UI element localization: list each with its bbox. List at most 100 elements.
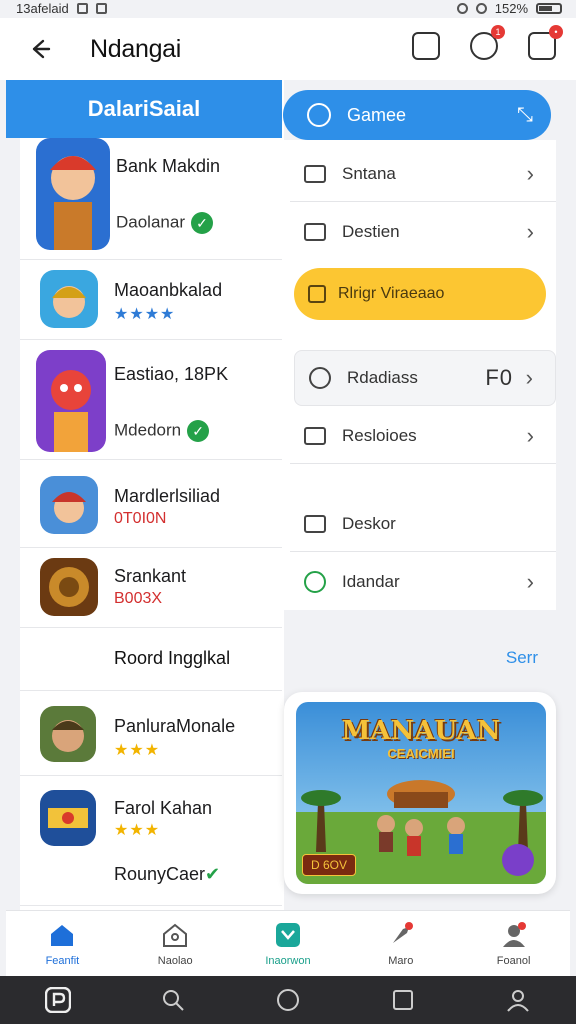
menu-label: Deskor [342, 513, 396, 533]
timer-icon [304, 571, 326, 593]
chevron-right-icon: › [525, 365, 533, 390]
menu-item-sntana[interactable]: Sntana › [290, 146, 556, 202]
game-subtitle: Mdedorn ✓ [114, 420, 210, 442]
status-bar: 13afelaid 152% [0, 0, 576, 16]
chevron-right-icon: › [526, 219, 534, 244]
home-circle-icon[interactable] [275, 987, 301, 1013]
featured-button[interactable]: Rlrigr Viraeaao [294, 268, 546, 320]
wallet-button[interactable] [412, 32, 440, 60]
menu-item-idandar[interactable]: Idandar › [290, 554, 556, 610]
alarm-icon [475, 2, 487, 14]
menu-item-destien[interactable]: Destien › [290, 204, 556, 260]
battery-percent: 152% [494, 0, 528, 16]
signal-icon [76, 2, 88, 14]
app-logo-icon[interactable] [44, 987, 71, 1013]
game-thumbnail[interactable] [40, 270, 98, 328]
nav-profile[interactable]: Foanol [457, 911, 570, 976]
app-bar: Ndangai 1 • [0, 18, 576, 80]
game-title: Farol Kahan [114, 798, 213, 818]
featured-banner[interactable]: MANAUAN CEAICMIEI D 6OV [296, 702, 546, 884]
profile-icon [502, 921, 526, 947]
rocket-icon [392, 921, 413, 943]
nav-home[interactable]: Feanfit [6, 911, 119, 976]
clock-icon [309, 367, 331, 389]
wifi-icon [456, 2, 468, 14]
game-title: PanluraMonale [114, 716, 236, 736]
game-thumbnail[interactable] [40, 706, 96, 762]
notification-badge: • [549, 25, 563, 39]
game-title: Mardlerlsiliad [114, 486, 221, 506]
game-title: Srankant [114, 566, 187, 586]
game-title: Bank Makdin [116, 156, 221, 176]
section-link[interactable]: Roord Ingglkal [114, 648, 230, 669]
check-icon: ✓ [187, 420, 210, 442]
notification-icon [95, 2, 107, 14]
system-navigation [0, 976, 576, 1024]
bottom-navigation: Feanfit Naolao Inaorwon Maro Foanol [6, 910, 570, 976]
notification-badge: 1 [491, 25, 505, 39]
featured-label: Rlrigr Viraeaao [338, 285, 445, 302]
inbox-button[interactable]: • [528, 25, 563, 60]
desktop-icon [304, 514, 326, 533]
menu-item-rdadiass[interactable]: Rdadiass F0 › [294, 350, 556, 406]
nav-store[interactable]: Inaorwon [232, 911, 345, 976]
rating-stars: ★★★ [114, 742, 161, 759]
menu-label: Idandar [342, 572, 400, 591]
nav-label: Inaorwon [265, 954, 311, 967]
games-label: Gamee [347, 104, 407, 125]
game-title: Maoanbkalad [114, 280, 223, 300]
nav-label: Maro [388, 954, 414, 967]
store-icon [275, 922, 300, 947]
banner-subtitle: CEAICMIEI [387, 746, 455, 761]
game-thumbnail[interactable] [36, 350, 106, 452]
envelope-icon [304, 164, 326, 183]
search-icon[interactable] [160, 987, 186, 1013]
nav-label: Feanfit [45, 954, 80, 967]
document-icon [304, 223, 326, 241]
house-outline-icon [163, 923, 188, 947]
menu-label: Sntana [342, 163, 396, 183]
chevron-right-icon: › [526, 422, 534, 448]
game-subtitle: 0T0I0N [114, 510, 167, 527]
home-icon [51, 924, 74, 946]
banner-badge: D 6OV [302, 854, 357, 876]
chevron-right-icon: › [526, 569, 534, 594]
game-subtitle: Daolanar ✓ [116, 212, 213, 234]
back-button[interactable] [20, 29, 60, 69]
game-thumbnail[interactable] [40, 476, 98, 534]
game-title: RounyCaer✔ [114, 864, 221, 884]
chevron-right-icon: › [526, 160, 534, 186]
nav-label: Naolao [157, 954, 193, 967]
expand-icon: ⤡ [517, 103, 533, 126]
arrow-left-icon [32, 39, 51, 59]
recents-icon[interactable] [390, 987, 416, 1013]
gift-icon [308, 285, 326, 303]
menu-value: F0 [485, 365, 513, 390]
page-title: Ndangai [90, 34, 182, 63]
status-text: 13afelaid [16, 0, 69, 16]
menu-label: Rdadiass [347, 368, 418, 387]
account-icon[interactable] [505, 987, 531, 1013]
menu-label: Resloioes [342, 425, 417, 445]
battery-icon [536, 2, 562, 14]
nav-label: Foanol [496, 954, 531, 967]
nav-house[interactable]: Naolao [119, 911, 232, 976]
menu-label: Destien [342, 222, 400, 241]
game-thumbnail[interactable] [40, 558, 98, 616]
section-header: DalariSaial [6, 80, 282, 138]
games-tab[interactable]: Gamee ⤡ [283, 90, 551, 140]
game-subtitle: B003X [114, 590, 163, 607]
rating-stars: ★★★★ [114, 306, 176, 323]
menu-item-deskor[interactable]: Deskor [290, 496, 556, 552]
check-icon: ✓ [191, 212, 213, 234]
see-all-link[interactable]: Serr [506, 648, 538, 668]
game-thumbnail[interactable] [36, 138, 110, 250]
chat-button[interactable]: 1 [470, 25, 505, 60]
game-thumbnail[interactable] [40, 790, 96, 846]
chart-icon [304, 426, 326, 445]
menu-item-resloioes[interactable]: Resloioes › [290, 408, 556, 464]
rating-stars: ★★★ [114, 822, 161, 839]
game-title: Eastiao, 18PK [114, 364, 229, 384]
banner-title: MANAUAN [341, 716, 501, 746]
nav-rocket[interactable]: Maro [344, 911, 457, 976]
